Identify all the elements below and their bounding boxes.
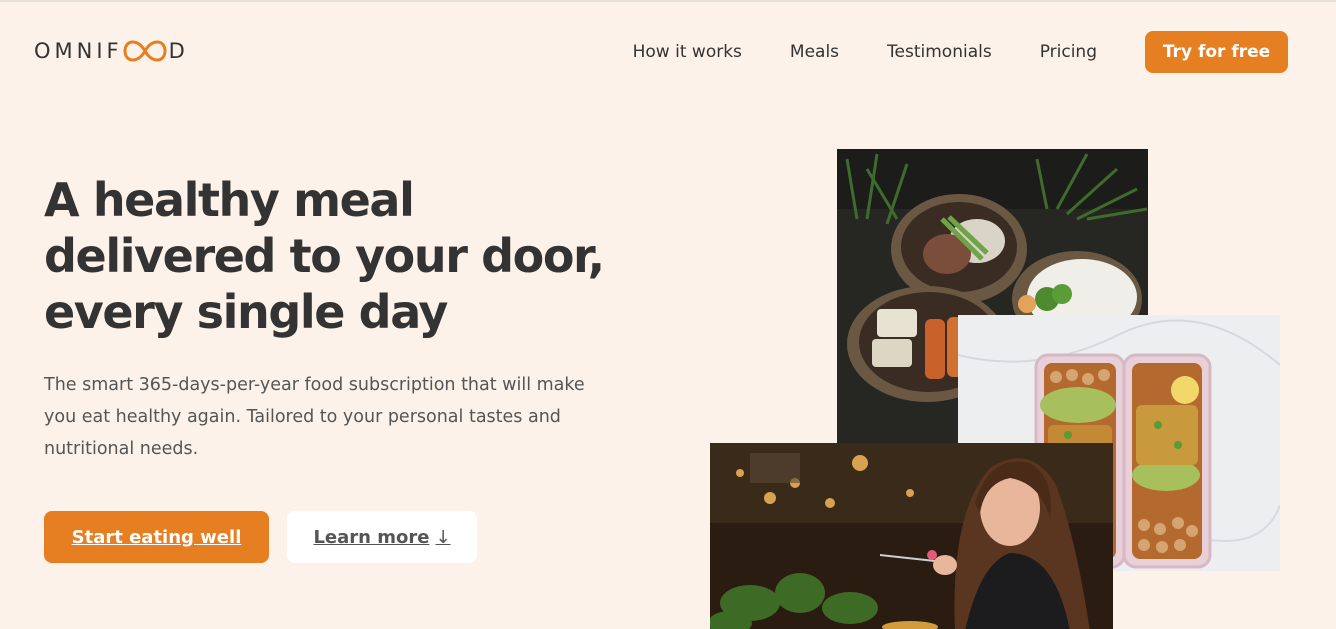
omnifood-logo[interactable]: OMNIF D (34, 39, 189, 63)
learn-more-button[interactable]: Learn more ↓ (287, 511, 477, 563)
nav-how-it-works[interactable]: How it works (633, 42, 742, 62)
nav-pricing[interactable]: Pricing (1040, 42, 1097, 62)
hero-title-line-2: delivered to your door, (44, 229, 605, 283)
logo-text-prefix: OMNIF (34, 39, 123, 63)
hero-description: The smart 365-days-per-year food subscri… (44, 375, 585, 459)
nav-meals[interactable]: Meals (790, 42, 839, 62)
main-nav: How it works Meals Testimonials Pricing … (600, 30, 1288, 74)
site-header: OMNIF D How it works Meals Testimonials … (0, 2, 1336, 98)
hero-title-line-3: every single day (44, 285, 448, 339)
nav-testimonials[interactable]: Testimonials (887, 42, 992, 62)
hero-title-line-1: A healthy meal (44, 173, 415, 227)
start-eating-well-button[interactable]: Start eating well (44, 511, 269, 563)
logo-text-suffix: D (168, 39, 189, 63)
woman-eating-photo (710, 443, 1113, 629)
arrow-down-icon: ↓ (435, 526, 451, 548)
learn-more-label: Learn more (313, 526, 430, 548)
infinity-icon (123, 39, 167, 63)
try-for-free-button[interactable]: Try for free (1145, 31, 1288, 73)
hero-title: A healthy meal delivered to your door, e… (44, 172, 664, 340)
